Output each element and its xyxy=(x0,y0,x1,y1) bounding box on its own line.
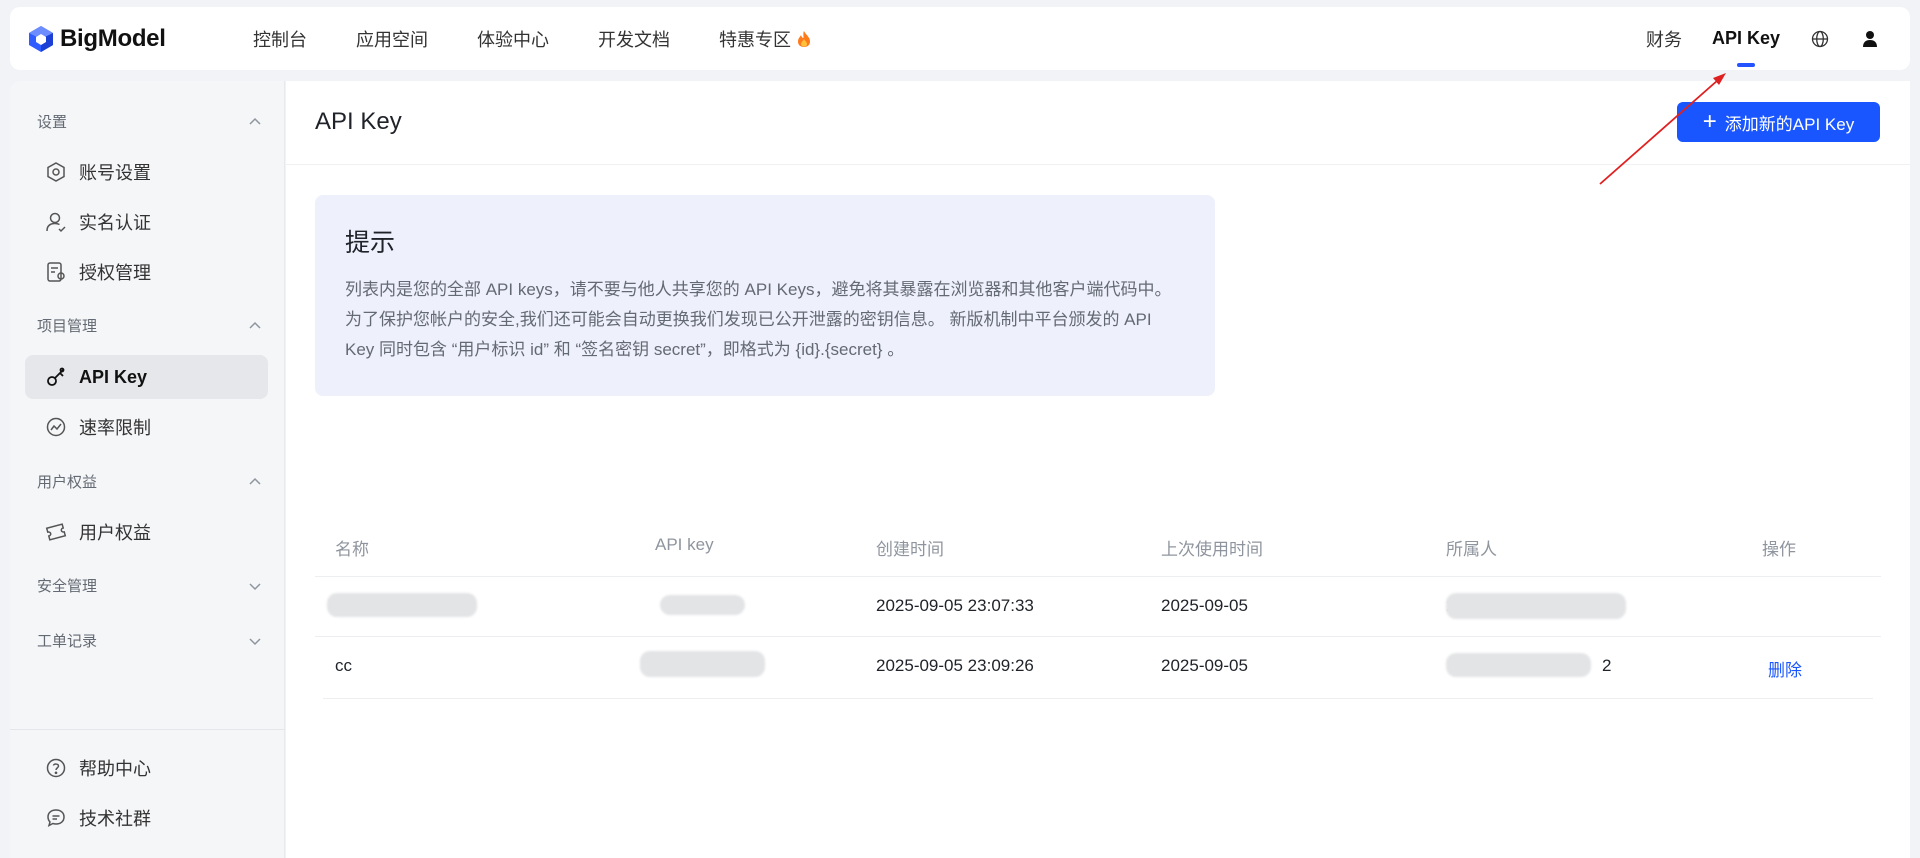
top-right-actions: 财务 API Key xyxy=(1646,7,1910,70)
fire-icon xyxy=(798,30,810,47)
user-verify-icon xyxy=(45,211,67,233)
page-title: API Key xyxy=(315,108,402,135)
sidebar-item-label: 帮助中心 xyxy=(79,759,151,779)
sidebar-item-label: 速率限制 xyxy=(79,418,151,438)
sidebar-item-help-center[interactable]: 帮助中心 xyxy=(25,746,268,790)
redacted-api-key xyxy=(640,651,765,677)
sidebar-item-account-settings[interactable]: 账号设置 xyxy=(25,150,268,194)
brand-logo[interactable]: BigModel xyxy=(28,25,228,53)
delete-button[interactable]: 删除 xyxy=(1768,656,1802,681)
globe-icon[interactable] xyxy=(1810,29,1830,49)
sidebar-item-user-benefits[interactable]: 用户权益 xyxy=(25,510,268,554)
redacted-api-key xyxy=(660,595,745,615)
sidebar-group-user-benefits[interactable]: 用户权益 xyxy=(37,471,262,492)
sidebar: 设置 账号设置 实名认证 授权管理 项目管理 API Key 速率限制 用户权益… xyxy=(10,81,285,858)
sidebar-group-security[interactable]: 安全管理 xyxy=(37,575,262,596)
sidebar-item-label: 授权管理 xyxy=(79,263,151,283)
top-navigation-bar: BigModel 控制台 应用空间 体验中心 开发文档 特惠专区 财务 API … xyxy=(10,7,1910,70)
tip-title: 提示 xyxy=(345,229,396,257)
key-name: cc xyxy=(335,656,352,675)
nav-experience-center[interactable]: 体验中心 xyxy=(477,26,549,52)
created-time: 2025-09-05 23:07:33 xyxy=(876,596,1034,615)
settings-icon xyxy=(45,161,67,183)
nav-special-offers-label: 特惠专区 xyxy=(719,29,791,50)
column-header-last-used: 上次使用时间 xyxy=(1161,540,1263,559)
add-api-key-label: 添加新的API Key xyxy=(1724,114,1855,134)
sidebar-group-label: 工单记录 xyxy=(37,633,98,650)
user-avatar-icon[interactable] xyxy=(1860,29,1880,49)
main-content: API Key + 添加新的API Key 提示 列表内是您的全部 API ke… xyxy=(286,81,1910,858)
chevron-down-icon xyxy=(249,637,261,645)
last-used-time: 2025-09-05 xyxy=(1161,596,1248,615)
sidebar-item-label: 用户权益 xyxy=(79,523,151,543)
sidebar-item-rate-limit[interactable]: 速率限制 xyxy=(25,405,268,449)
speed-gauge-icon xyxy=(45,416,67,438)
last-used-time: 2025-09-05 xyxy=(1161,656,1248,675)
row-divider xyxy=(315,636,1881,637)
help-icon xyxy=(45,757,67,779)
sidebar-item-tech-community[interactable]: 技术社群 xyxy=(25,796,268,840)
document-key-icon xyxy=(45,261,67,283)
sidebar-group-tickets[interactable]: 工单记录 xyxy=(37,630,262,651)
coupon-icon xyxy=(45,521,67,543)
redacted-owner xyxy=(1446,653,1591,677)
page-header: API Key + 添加新的API Key xyxy=(286,81,1910,165)
redacted-name xyxy=(327,593,477,617)
chat-icon xyxy=(45,807,67,829)
sidebar-group-label: 项目管理 xyxy=(37,318,98,335)
add-api-key-button[interactable]: + 添加新的API Key xyxy=(1677,102,1880,142)
nav-dev-docs[interactable]: 开发文档 xyxy=(598,26,670,52)
sidebar-item-label: 实名认证 xyxy=(79,213,151,233)
tip-text: 列表内是您的全部 API keys，请不要与他人共享您的 API Keys，避免… xyxy=(345,280,1172,359)
chevron-up-icon xyxy=(249,321,261,329)
finance-link[interactable]: 财务 xyxy=(1646,26,1682,52)
chevron-up-icon xyxy=(249,117,261,125)
table-header-divider xyxy=(315,576,1881,577)
chevron-up-icon xyxy=(249,477,261,485)
api-key-link[interactable]: API Key xyxy=(1712,28,1780,67)
tip-box: 提示 列表内是您的全部 API keys，请不要与他人共享您的 API Keys… xyxy=(315,195,1215,396)
column-header-actions: 操作 xyxy=(1762,540,1796,559)
sidebar-group-label: 设置 xyxy=(37,114,68,131)
row-divider xyxy=(323,698,1873,699)
nav-special-offers[interactable]: 特惠专区 xyxy=(719,26,811,52)
column-header-owner: 所属人 xyxy=(1446,540,1497,559)
sidebar-group-project-management[interactable]: 项目管理 xyxy=(37,315,262,336)
nav-app-space[interactable]: 应用空间 xyxy=(356,26,428,52)
column-header-created: 创建时间 xyxy=(876,540,944,559)
created-time: 2025-09-05 23:09:26 xyxy=(876,656,1034,675)
brand-name: BigModel xyxy=(60,24,166,52)
main-nav: 控制台 应用空间 体验中心 开发文档 特惠专区 xyxy=(253,26,860,52)
sidebar-item-label: 账号设置 xyxy=(79,163,151,183)
nav-console[interactable]: 控制台 xyxy=(253,26,307,52)
bigmodel-logo-icon xyxy=(29,25,53,52)
sidebar-item-api-key[interactable]: API Key xyxy=(25,355,268,399)
sidebar-group-settings[interactable]: 设置 xyxy=(37,111,262,132)
column-header-name: 名称 xyxy=(335,540,369,559)
sidebar-divider xyxy=(10,729,285,730)
sidebar-item-label: 技术社群 xyxy=(79,809,151,829)
redacted-owner xyxy=(1446,593,1626,619)
plus-icon: + xyxy=(1702,108,1717,135)
key-link-icon xyxy=(45,366,67,388)
sidebar-group-label: 用户权益 xyxy=(37,474,98,491)
sidebar-item-authorization[interactable]: 授权管理 xyxy=(25,250,268,294)
column-header-api-key: API key xyxy=(655,535,714,554)
sidebar-item-label: API Key xyxy=(79,366,148,387)
chevron-down-icon xyxy=(249,582,261,590)
owner-id: 2 xyxy=(1602,656,1612,675)
sidebar-group-label: 安全管理 xyxy=(37,578,98,595)
sidebar-item-real-name-auth[interactable]: 实名认证 xyxy=(25,200,268,244)
